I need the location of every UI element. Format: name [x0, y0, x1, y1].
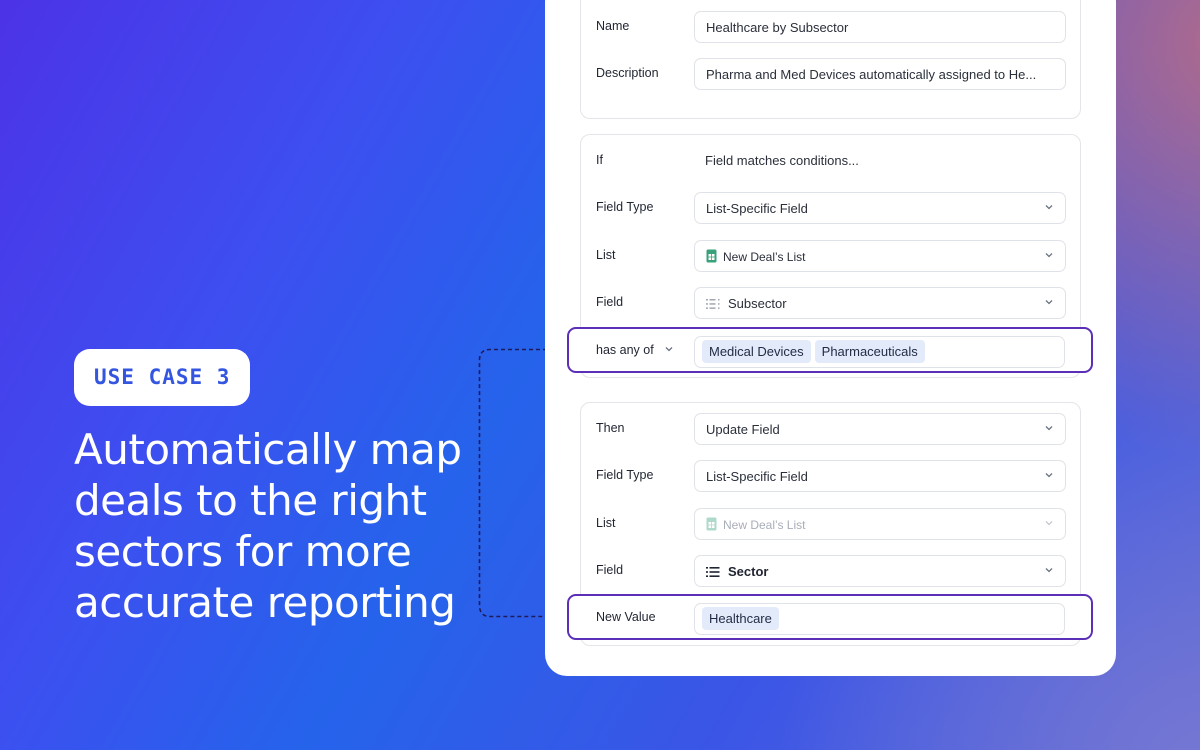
subsector-values-input[interactable]: Medical Devices Pharmaceuticals: [694, 336, 1065, 368]
description-label: Description: [596, 66, 659, 80]
value-tag[interactable]: Medical Devices: [702, 340, 811, 363]
action-list-value: New Deal’s List: [723, 518, 806, 532]
hero: USE CASE 3 Automatically map deals to th…: [74, 349, 494, 628]
new-value-highlight: New Value Healthcare: [567, 594, 1093, 640]
operator-select[interactable]: has any of: [596, 343, 674, 357]
headline: Automatically map deals to the right sec…: [74, 425, 462, 627]
use-case-badge: USE CASE 3: [74, 349, 251, 406]
list-icon: [706, 567, 720, 577]
action-field-type-label: Field Type: [596, 468, 654, 482]
action-field-label: Field: [596, 563, 624, 577]
chevron-down-icon: [1045, 568, 1053, 573]
action-field-type-select[interactable]: List-Specific Field: [694, 460, 1066, 492]
action-field-select[interactable]: Sector: [694, 555, 1066, 587]
chevron-down-icon: [1045, 473, 1053, 478]
then-select[interactable]: Update Field: [694, 413, 1066, 445]
name-label: Name: [596, 19, 630, 33]
list-label: List: [596, 248, 616, 262]
condition-highlight: has any of Medical Devices Pharmaceutical…: [567, 327, 1093, 373]
field-label: Field: [596, 295, 624, 309]
new-value-input[interactable]: Healthcare: [694, 603, 1065, 635]
action-list-label: List: [596, 516, 616, 530]
list-select[interactable]: New Deal’s List: [694, 240, 1066, 272]
field-value: Subsector: [728, 296, 787, 311]
if-label: If: [596, 153, 603, 167]
chevron-down-icon: [1045, 300, 1053, 305]
chevron-down-icon: [1045, 205, 1053, 210]
chevron-down-icon: [1045, 521, 1053, 526]
spreadsheet-icon: [706, 517, 717, 531]
then-label: Then: [596, 421, 625, 435]
value-tag[interactable]: Healthcare: [702, 607, 779, 630]
if-value: Field matches conditions...: [694, 145, 1066, 177]
list-icon: [706, 299, 720, 309]
field-type-select[interactable]: List-Specific Field: [694, 192, 1066, 224]
field-select[interactable]: Subsector: [694, 287, 1066, 319]
new-value-label: New Value: [596, 610, 656, 624]
action-field-type-value: List-Specific Field: [706, 469, 808, 484]
description-input[interactable]: Pharma and Med Devices automatically ass…: [694, 58, 1066, 90]
list-value: New Deal’s List: [723, 250, 806, 264]
action-field-value: Sector: [728, 564, 769, 579]
name-input[interactable]: Healthcare by Subsector: [694, 11, 1066, 43]
chevron-down-icon: [1045, 426, 1053, 431]
field-type-label: Field Type: [596, 200, 654, 214]
then-value: Update Field: [706, 422, 780, 437]
chevron-down-icon: [1045, 253, 1053, 258]
spreadsheet-icon: [706, 249, 717, 263]
value-tag[interactable]: Pharmaceuticals: [814, 340, 925, 363]
operator-label: has any of: [596, 343, 654, 357]
details-section: Name Healthcare by Subsector Description…: [580, 0, 1081, 119]
chevron-down-icon: [665, 347, 673, 352]
field-type-value: List-Specific Field: [706, 201, 808, 216]
action-list-select: New Deal’s List: [694, 508, 1066, 540]
